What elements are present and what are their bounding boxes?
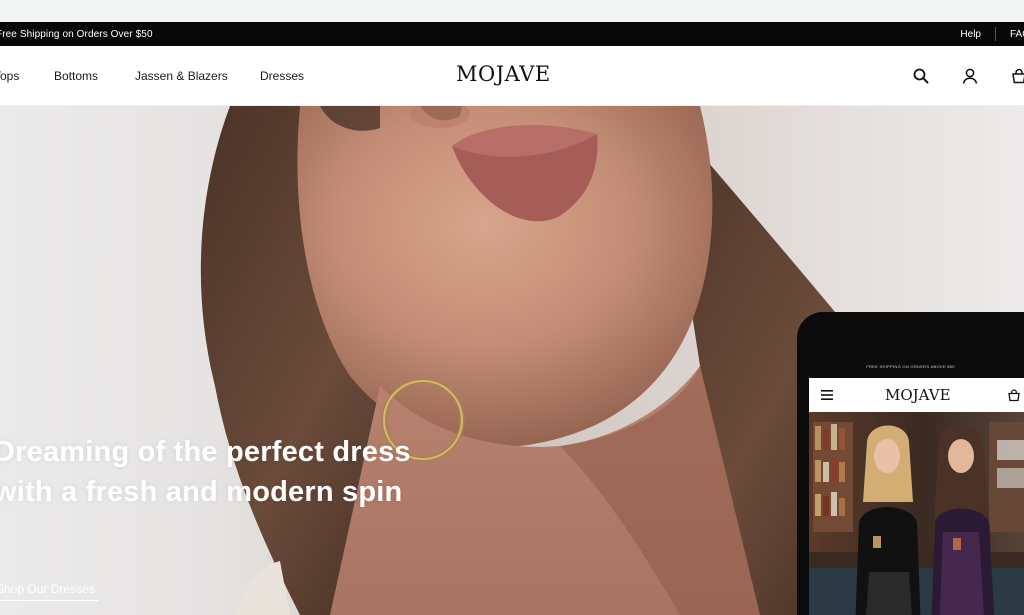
nav-item-tops[interactable]: Tops <box>0 69 19 83</box>
phone-promo: FREE SHIPPING ON ORDERS ABOVE $50 <box>866 364 955 369</box>
utility-links: Help FAQ <box>946 22 1024 46</box>
phone-cart-icon[interactable] <box>1007 388 1021 402</box>
site-header: Tops Bottoms Jassen & Blazers Dresses MO… <box>0 46 1024 106</box>
announcement-bar: Free Shipping on Orders Over $50 Help FA… <box>0 22 1024 46</box>
nav-item-dresses[interactable]: Dresses <box>260 69 304 83</box>
phone-brand-logo: MOJAVE <box>885 386 951 404</box>
shop-dresses-link[interactable]: Shop Our Dresses <box>0 582 95 596</box>
menu-icon[interactable] <box>821 389 835 401</box>
brand-logo[interactable]: MOJAVE <box>456 62 551 86</box>
phone-hero-image <box>809 412 1024 615</box>
nav-item-bottoms[interactable]: Bottoms <box>54 69 98 83</box>
phone-header: MOJAVE <box>809 378 1024 412</box>
nav-item-jackets-blazers[interactable]: Jassen & Blazers <box>135 69 228 83</box>
cta-underline <box>0 600 98 601</box>
help-link[interactable]: Help <box>946 29 995 40</box>
hero-headline: Dreaming of the perfect dress with a fre… <box>0 436 411 508</box>
faq-link[interactable]: FAQ <box>996 29 1024 40</box>
cart-icon[interactable] <box>1010 67 1024 85</box>
search-icon[interactable] <box>912 67 930 85</box>
phone-mockup: FREE SHIPPING ON ORDERS ABOVE $50 MOJAVE <box>797 312 1024 615</box>
account-icon[interactable] <box>961 67 979 85</box>
free-shipping-promo: Free Shipping on Orders Over $50 <box>0 28 153 40</box>
